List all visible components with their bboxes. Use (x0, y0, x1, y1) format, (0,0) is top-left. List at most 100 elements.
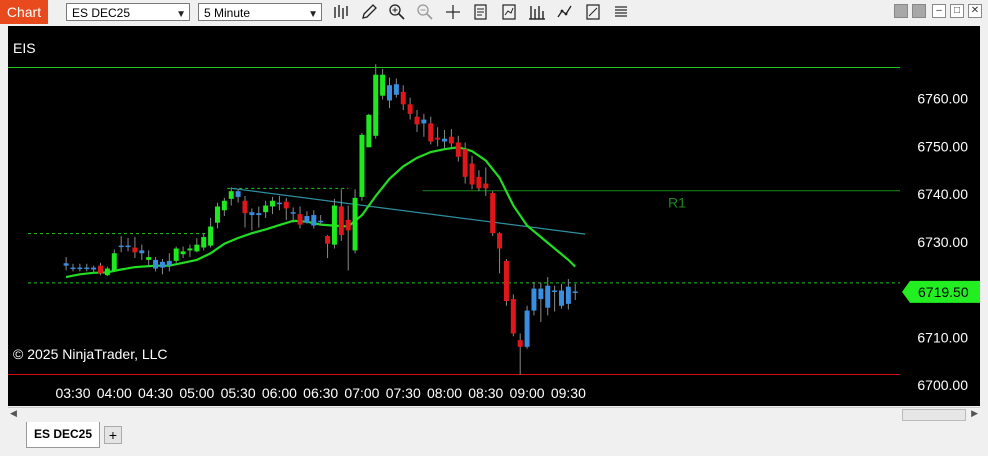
y-tick-label: 6740.00 (917, 186, 968, 202)
candle (70, 263, 76, 272)
maximize-icon[interactable]: □ (950, 4, 964, 18)
candle-body (318, 220, 324, 223)
properties-icon[interactable] (584, 3, 602, 21)
zoom-out-icon[interactable] (416, 3, 434, 21)
candle-body (483, 183, 489, 189)
candle (345, 205, 351, 271)
candle (572, 283, 578, 301)
candle (503, 258, 509, 306)
candle (366, 113, 372, 148)
candle (304, 211, 310, 224)
candle-body (111, 253, 117, 271)
scrollbar-thumb[interactable] (902, 409, 966, 421)
r1-label: R1 (668, 195, 686, 211)
candle-body (359, 134, 365, 197)
candle-body (517, 340, 523, 347)
candle (393, 78, 399, 98)
candle (531, 281, 537, 316)
candle-body (249, 212, 255, 216)
candle-body (400, 91, 406, 105)
candle-body (214, 206, 220, 223)
candle-body (552, 290, 558, 292)
moving-average-layer (65, 146, 576, 279)
candle-body (545, 285, 551, 308)
candle-body (490, 193, 496, 234)
scroll-left-icon[interactable]: ◀ (10, 408, 17, 419)
data-box-icon[interactable] (472, 3, 490, 21)
candle-body (414, 116, 420, 125)
candle (125, 237, 131, 252)
instrument-tab[interactable]: ES DEC25 (26, 422, 100, 448)
candle (249, 208, 255, 231)
candle-body (325, 236, 331, 244)
level-lines (8, 67, 900, 376)
candle-body (201, 237, 207, 248)
y-tick-label: 6750.00 (917, 138, 968, 154)
x-tick-label: 05:30 (221, 385, 256, 401)
candle (359, 132, 365, 201)
chart-panel[interactable]: 6760.006750.006740.006730.006720.006710.… (8, 26, 980, 406)
x-axis: 03:30 04:00 04:30 05:00 05:30 06:00 06:30 07:00… (55, 385, 586, 401)
candle-body (331, 205, 337, 245)
candles-layer (63, 64, 578, 375)
candle (297, 206, 303, 229)
candle (497, 232, 503, 274)
candle-body (235, 191, 241, 197)
x-tick-label: 06:30 (303, 385, 338, 401)
candle (63, 257, 69, 271)
candle-body (270, 200, 276, 207)
candle (84, 263, 90, 272)
more-icon[interactable] (612, 3, 630, 21)
candle-body (139, 250, 145, 254)
candle-body (386, 85, 392, 101)
candle (448, 129, 454, 150)
candle (187, 244, 193, 258)
candle-body (435, 137, 441, 140)
draw-pencil-icon[interactable] (360, 3, 378, 21)
candle (208, 217, 214, 248)
candle-body (572, 291, 578, 293)
zoom-in-icon[interactable] (388, 3, 406, 21)
chart-window-tab[interactable]: Chart (0, 0, 48, 24)
candle (565, 279, 571, 310)
candle-body (173, 248, 179, 261)
candle-body (187, 248, 193, 251)
candle (510, 294, 516, 337)
strategies-icon[interactable] (528, 3, 546, 21)
chevron-down-icon: ▼ (176, 9, 186, 20)
x-tick-label: 08:30 (468, 385, 503, 401)
candle-body (84, 267, 90, 270)
add-tab-button[interactable]: + (104, 426, 122, 444)
candle (558, 283, 564, 309)
instrument-selector[interactable]: ES DEC25 ▼ (66, 3, 190, 21)
candle (442, 130, 448, 149)
price-chart[interactable]: 6760.006750.006740.006730.006720.006710.… (8, 26, 980, 406)
candle (214, 202, 220, 229)
chart-style-icon[interactable] (556, 3, 574, 21)
candle-body (263, 205, 269, 213)
crosshair-icon[interactable] (444, 3, 462, 21)
indicators-icon[interactable] (500, 3, 518, 21)
candle-body (442, 138, 448, 142)
candle-body (256, 213, 262, 216)
scroll-right-icon[interactable]: ▶ (971, 408, 978, 419)
minimize-icon[interactable]: – (932, 4, 946, 18)
interval-selector[interactable]: 5 Minute ▼ (198, 3, 322, 21)
candle-body (180, 251, 186, 255)
x-tick-label: 09:00 (510, 385, 545, 401)
candle-body (345, 219, 351, 231)
close-icon[interactable]: ✕ (968, 4, 982, 18)
candle (228, 187, 234, 206)
bar-type-icon[interactable] (332, 3, 350, 21)
candle (77, 263, 83, 272)
candle-body (194, 244, 200, 252)
candle-body (283, 201, 289, 209)
candle-body (531, 288, 537, 311)
window-button-2[interactable] (912, 4, 926, 18)
y-tick-label: 6760.00 (917, 91, 968, 107)
window-button-1[interactable] (894, 4, 908, 18)
horizontal-scrollbar[interactable]: ◀ ▶ (8, 407, 980, 422)
y-tick-label: 6710.00 (917, 329, 968, 345)
candle-body (380, 74, 386, 96)
x-tick-label: 07:00 (344, 385, 379, 401)
